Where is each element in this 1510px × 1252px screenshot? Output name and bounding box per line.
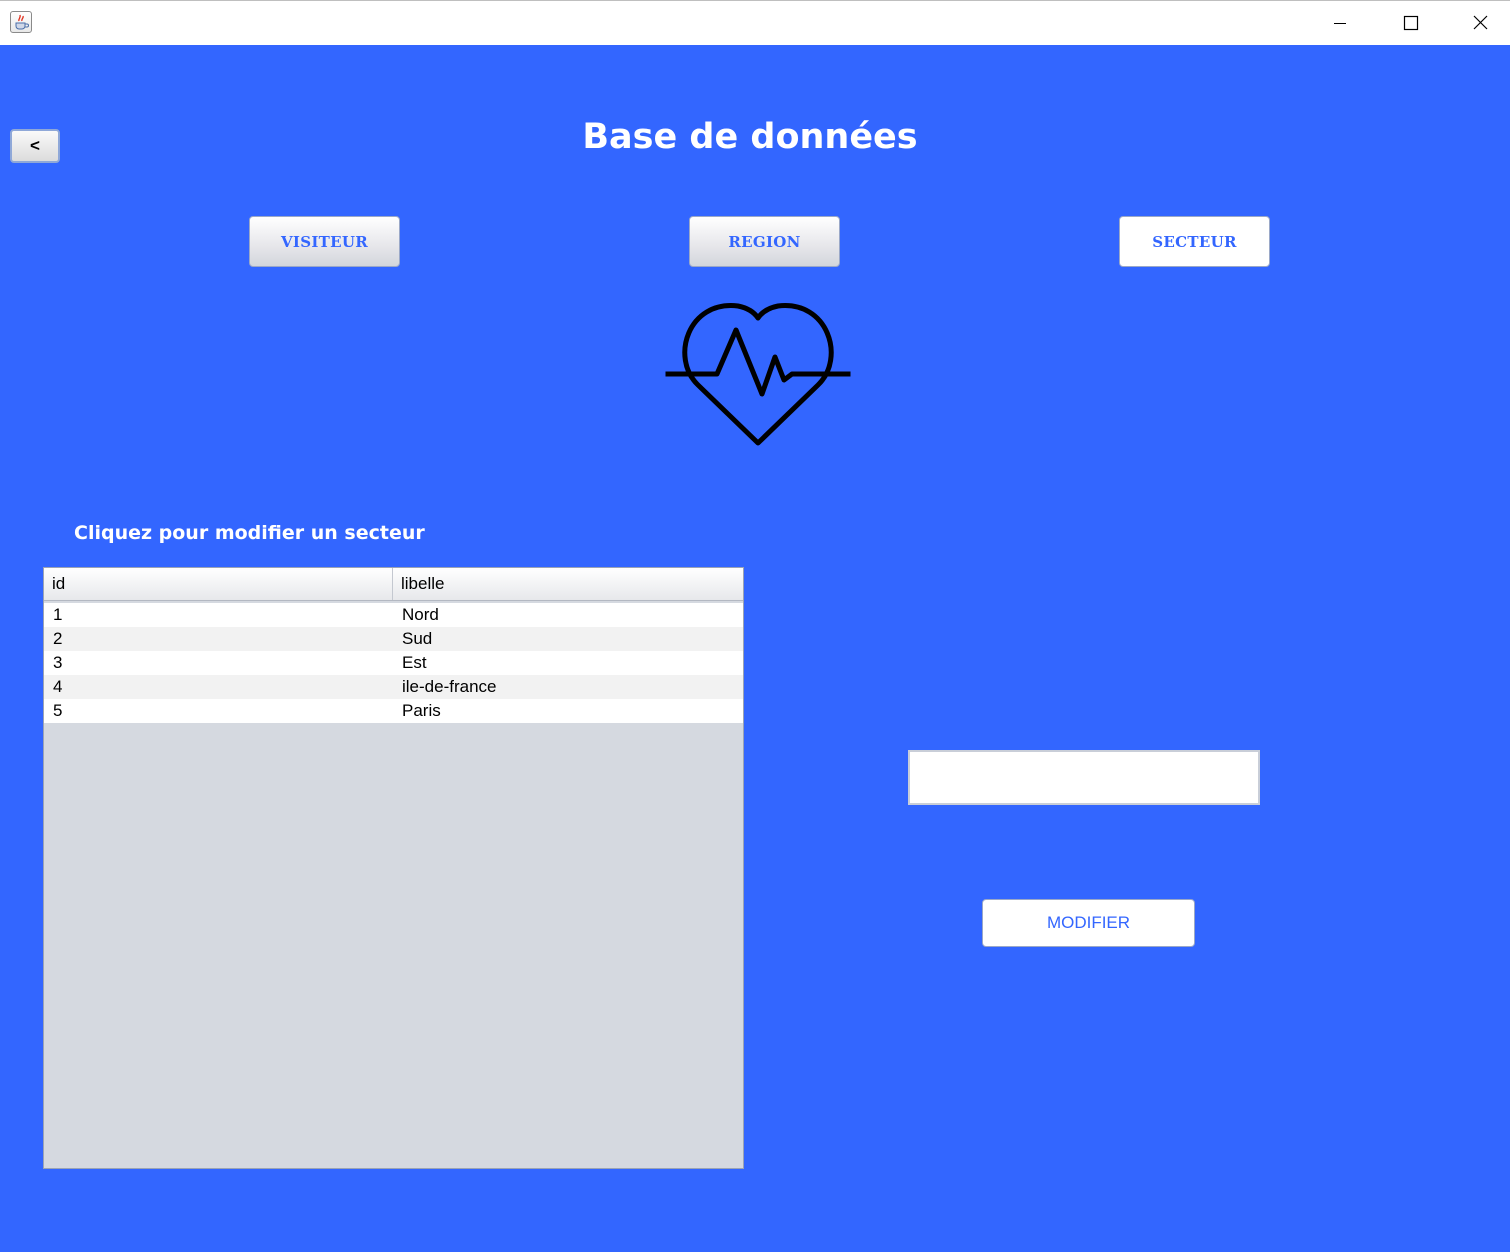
table-row[interactable]: 5 Paris [44, 699, 743, 723]
visiteur-button[interactable]: VISITEUR [249, 216, 400, 267]
heart-pulse-icon [665, 303, 851, 446]
cell-libelle: Paris [402, 701, 441, 720]
close-icon [1473, 15, 1488, 30]
region-button[interactable]: REGION [689, 216, 840, 267]
column-header-id[interactable]: id [44, 568, 393, 600]
cell-id: 3 [53, 653, 63, 672]
table-caption: Cliquez pour modifier un secteur [74, 522, 425, 544]
window-titlebar [0, 0, 1510, 45]
column-header-libelle[interactable]: libelle [393, 568, 742, 600]
table-body: 1 Nord 2 Sud 3 Est 4 ile-de-france 5 Par… [44, 601, 743, 723]
maximize-icon [1403, 15, 1419, 31]
cell-libelle: Sud [402, 629, 433, 648]
secteur-table[interactable]: id libelle 1 Nord 2 Sud 3 Est 4 ile-de-f… [43, 567, 744, 1169]
table-row[interactable]: 1 Nord [44, 603, 743, 627]
modifier-button[interactable]: MODIFIER [982, 899, 1195, 947]
table-row[interactable]: 4 ile-de-france [44, 675, 743, 699]
cell-id: 2 [53, 629, 63, 648]
table-header: id libelle [44, 568, 743, 601]
java-cup-icon [10, 11, 32, 33]
cell-id: 5 [53, 701, 63, 720]
maximize-button[interactable] [1375, 1, 1445, 46]
minimize-button[interactable] [1305, 1, 1375, 46]
cell-libelle: Nord [402, 605, 439, 624]
cell-libelle: Est [402, 653, 427, 672]
main-panel: < Base de données VISITEUR REGION SECTEU… [0, 45, 1510, 1252]
table-row[interactable]: 2 Sud [44, 627, 743, 651]
minimize-icon [1334, 23, 1346, 24]
table-row[interactable]: 3 Est [44, 651, 743, 675]
cell-libelle: ile-de-france [402, 677, 497, 696]
libelle-input[interactable] [908, 750, 1260, 805]
secteur-button[interactable]: SECTEUR [1119, 216, 1270, 267]
cell-id: 1 [53, 605, 63, 624]
close-button[interactable] [1445, 1, 1510, 46]
page-title: Base de données [582, 117, 918, 157]
cell-id: 4 [53, 677, 63, 696]
